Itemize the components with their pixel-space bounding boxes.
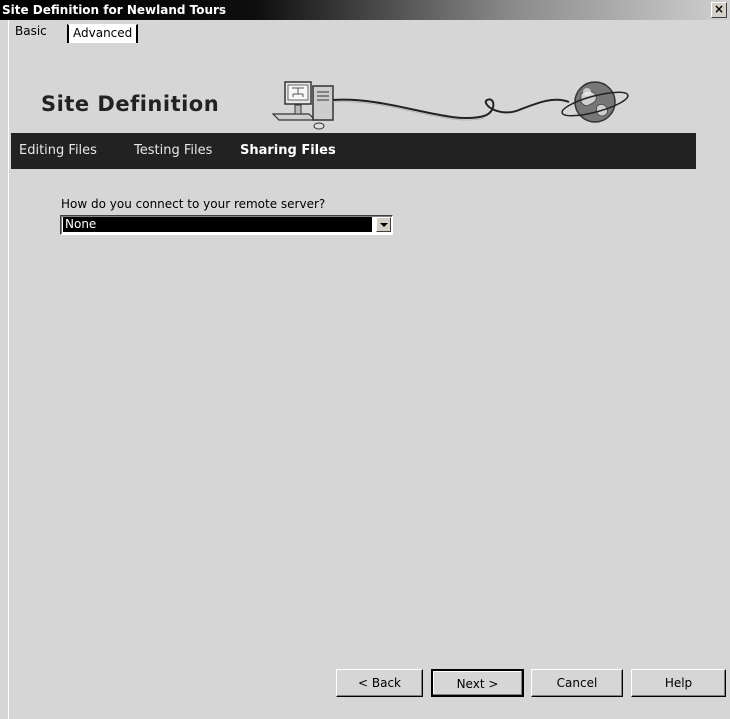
tab-basic[interactable]: Basic [11,21,51,42]
connection-method-select[interactable]: None [60,215,393,235]
tab-advanced[interactable]: Advanced [67,24,139,43]
title-bar: Site Definition for Newland Tours × [0,0,730,20]
tab-strip: Basic Advanced [9,20,730,44]
dialog-body: Basic Advanced Site Definition Editing F… [8,20,730,719]
header-panel: Site Definition [11,52,696,130]
help-button[interactable]: Help [631,669,726,697]
connection-method-value: None [63,217,372,232]
nav-testing-files[interactable]: Testing Files [134,133,212,169]
window-title: Site Definition for Newland Tours [2,3,227,17]
nav-editing-files[interactable]: Editing Files [19,133,97,169]
computer-cable-globe-icon [269,76,649,136]
close-button[interactable]: × [711,2,727,18]
cancel-button[interactable]: Cancel [531,669,623,697]
back-button[interactable]: < Back [336,669,423,697]
header-title: Site Definition [41,92,220,116]
close-icon: × [713,2,725,16]
nav-sharing-files[interactable]: Sharing Files [240,133,336,169]
next-button[interactable]: Next > [431,669,524,697]
dropdown-arrow-icon[interactable] [376,217,391,232]
connection-question: How do you connect to your remote server… [61,197,326,211]
step-navbar: Editing Files Testing Files Sharing File… [11,133,696,169]
